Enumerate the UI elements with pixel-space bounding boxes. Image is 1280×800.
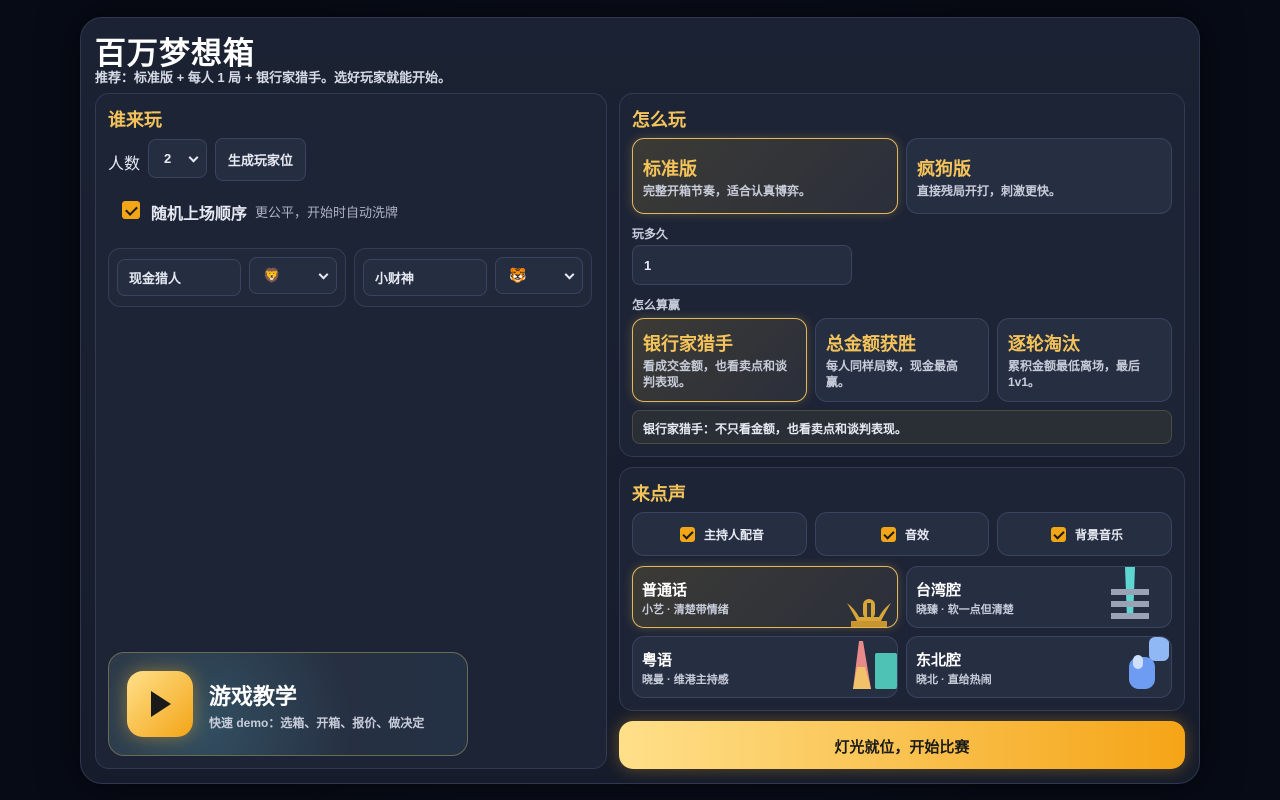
toggle-label: 音效 <box>905 528 930 542</box>
voice-name: 东北腔 <box>916 652 962 669</box>
landmark-icon <box>847 599 891 627</box>
play-icon <box>127 671 193 737</box>
mode-desc: 完整开箱节奏，适合认真博弈。 <box>643 184 812 198</box>
voice-desc: 小艺 · 清楚带情绪 <box>642 604 729 616</box>
mode-desc: 直接残局开打，刺激更快。 <box>917 184 1062 198</box>
generate-players-label: 生成玩家位 <box>227 153 293 168</box>
win-card-total-amount[interactable]: 总金额获胜 每人同样局数，现金最高赢。 <box>815 318 989 402</box>
player-count-value: 2 <box>164 151 172 166</box>
rounds-label: 玩多久 <box>632 227 669 241</box>
player-name-input[interactable]: 小财神 <box>363 259 487 296</box>
win-desc: 看成交金额，也看卖点和谈判表现。 <box>643 359 788 389</box>
toggle-label: 主持人配音 <box>704 528 765 542</box>
sound-panel-title: 来点声 <box>632 484 686 504</box>
avatar-icon: 🦁 <box>263 267 281 283</box>
voice-name: 台湾腔 <box>916 582 962 599</box>
voice-desc: 晓臻 · 软一点但清楚 <box>916 604 1014 616</box>
chevron-down-icon <box>318 269 329 280</box>
host-voice-checkbox[interactable] <box>680 527 695 542</box>
tower-icon <box>1111 567 1149 619</box>
shuffle-hint: 更公平，开始时自动洗牌 <box>255 205 399 220</box>
avatar-icon: 🐯 <box>509 267 527 283</box>
voice-card-northeast[interactable]: 东北腔 晓北 · 直给热闹 <box>906 636 1172 698</box>
tutorial-title: 游戏教学 <box>209 684 298 709</box>
win-desc: 累积金额最低离场，最后 1v1。 <box>1008 359 1141 389</box>
sfx-checkbox[interactable] <box>881 527 896 542</box>
player-name-value: 小财神 <box>375 271 415 286</box>
skyline-icon <box>853 641 897 689</box>
win-summary-text: 银行家猎手：不只看金额，也看卖点和谈判表现。 <box>643 422 908 436</box>
win-desc: 每人同样局数，现金最高赢。 <box>826 359 959 389</box>
player-count-label: 人数 <box>108 156 141 173</box>
mode-title: 标准版 <box>643 159 697 179</box>
mode-card-standard[interactable]: 标准版 完整开箱节奏，适合认真博弈。 <box>632 138 898 214</box>
rounds-value: 1 <box>644 257 652 273</box>
win-title: 总金额获胜 <box>826 334 916 354</box>
start-game-button[interactable]: 灯光就位，开始比赛 <box>619 721 1185 769</box>
sfx-toggle[interactable]: 音效 <box>815 512 989 556</box>
player-avatar-select[interactable]: 🦁 <box>249 257 337 294</box>
start-game-label: 灯光就位，开始比赛 <box>834 739 970 756</box>
voice-desc: 晓北 · 直给热闹 <box>916 674 992 686</box>
win-title: 逐轮淘汰 <box>1008 334 1080 354</box>
player-count-select[interactable]: 2 <box>148 139 207 178</box>
mode-card-crazy[interactable]: 疯狗版 直接残局开打，刺激更快。 <box>906 138 1172 214</box>
win-card-elimination[interactable]: 逐轮淘汰 累积金额最低离场，最后 1v1。 <box>997 318 1172 402</box>
app-subtitle: 推荐：标准版 + 每人 1 局 + 银行家猎手。选好玩家就能开始。 <box>95 70 452 85</box>
rounds-input[interactable]: 1 <box>632 245 852 285</box>
win-card-banker-hunter[interactable]: 银行家猎手 看成交金额，也看卖点和谈判表现。 <box>632 318 807 402</box>
voice-name: 普通话 <box>642 582 688 599</box>
bgm-checkbox[interactable] <box>1051 527 1066 542</box>
tutorial-card[interactable]: 游戏教学 快速 demo：选箱、开箱、报价、做决定 <box>108 652 468 756</box>
voice-card-mandarin[interactable]: 普通话 小艺 · 清楚带情绪 <box>632 566 898 628</box>
win-label: 怎么算赢 <box>632 298 681 312</box>
generate-players-button[interactable]: 生成玩家位 <box>215 138 306 181</box>
bgm-toggle[interactable]: 背景音乐 <box>997 512 1172 556</box>
shuffle-label: 随机上场顺序 <box>151 206 248 223</box>
tutorial-desc: 快速 demo：选箱、开箱、报价、做决定 <box>209 716 425 730</box>
player-avatar-select[interactable]: 🐯 <box>495 257 583 294</box>
voice-card-cantonese[interactable]: 粤语 晓曼 · 维港主持感 <box>632 636 898 698</box>
win-summary: 银行家猎手：不只看金额，也看卖点和谈判表现。 <box>632 410 1172 444</box>
win-title: 银行家猎手 <box>643 334 733 354</box>
voice-card-taiwan[interactable]: 台湾腔 晓臻 · 软一点但清楚 <box>906 566 1172 628</box>
mode-title: 疯狗版 <box>917 159 971 179</box>
voice-desc: 晓曼 · 维港主持感 <box>642 674 729 686</box>
host-voice-toggle[interactable]: 主持人配音 <box>632 512 807 556</box>
snow-icon <box>1129 637 1169 689</box>
players-panel-title: 谁来玩 <box>108 110 162 130</box>
chevron-down-icon <box>188 152 199 163</box>
rules-panel-title: 怎么玩 <box>632 110 686 130</box>
player-name-input[interactable]: 现金猎人 <box>117 259 241 296</box>
chevron-down-icon <box>564 269 575 280</box>
player-name-value: 现金猎人 <box>129 271 182 286</box>
shuffle-checkbox[interactable] <box>122 201 140 219</box>
toggle-label: 背景音乐 <box>1075 528 1124 542</box>
voice-name: 粤语 <box>642 652 673 669</box>
